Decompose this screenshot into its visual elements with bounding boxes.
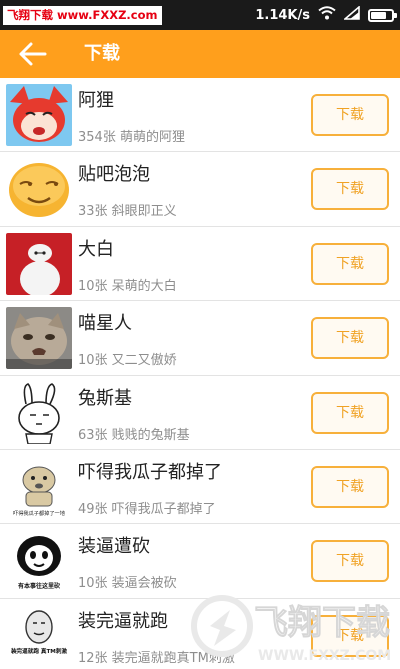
list-item[interactable]: 大白 10张 呆萌的大白 下载	[0, 226, 400, 302]
thumb-caption: 有本事往这里砍	[18, 582, 61, 590]
battery-icon	[368, 8, 397, 22]
list-item[interactable]: 有本事往这里砍 装逼遭砍 10张 装逼会被砍 下载	[0, 524, 400, 599]
download-button[interactable]: 下载	[311, 168, 389, 211]
panda-meme-thumbnail: 有本事往这里砍	[6, 530, 72, 593]
network-speed: 1.14K/s	[255, 7, 310, 23]
watermark-logo: 飞翔下载 www.FXXZ.com	[3, 6, 162, 25]
wifi-icon	[318, 6, 336, 24]
battery-level	[371, 11, 386, 19]
item-desc: 10张 装逼会被砍	[78, 576, 177, 592]
watermark-url: WWW.FXXZ.COM	[258, 648, 391, 664]
download-button[interactable]: 下载	[311, 540, 389, 583]
item-name: 阿狸	[78, 90, 114, 111]
item-desc: 10张 又二又傲娇	[78, 353, 177, 369]
list-item[interactable]: 吓得我瓜子都掉了一地 吓得我瓜子都掉了 49张 吓得我瓜子都掉了 下载	[0, 449, 400, 525]
download-button[interactable]: 下载	[311, 465, 389, 508]
app-bar: 下载	[0, 30, 400, 78]
item-name: 吓得我瓜子都掉了	[78, 461, 222, 483]
thumb-caption: 装完逼就跑 真TM刺激	[10, 647, 67, 655]
item-desc: 63张 贱贱的兔斯基	[78, 427, 190, 443]
item-name: 喵星人	[78, 313, 132, 335]
list-item[interactable]: 喵星人 10张 又二又傲娇 下载	[0, 301, 400, 376]
status-bar: 飞翔下载 www.FXXZ.com 1.14K/s	[0, 0, 400, 30]
item-name: 装完逼就跑	[78, 610, 168, 632]
download-button[interactable]: 下载	[311, 242, 389, 285]
download-button[interactable]: 下载	[311, 94, 389, 136]
signal-icon	[342, 5, 360, 24]
item-desc: 33张 斜眼即正义	[78, 204, 177, 220]
tuzki-thumbnail	[6, 381, 72, 444]
watermark-bottom: 飞翔下载 WWW.FXXZ.COM	[190, 590, 400, 669]
ahri-fox-thumbnail	[6, 84, 72, 146]
item-desc: 354张 萌萌的阿狸	[78, 130, 185, 145]
thumb-caption: 吓得我瓜子都掉了一地	[13, 509, 65, 517]
arrow-left-icon	[19, 42, 47, 66]
download-button[interactable]: 下载	[311, 391, 389, 434]
hamster-thumbnail: 吓得我瓜子都掉了一地	[6, 455, 72, 518]
watermark-title: 飞翔下载	[254, 603, 390, 643]
cat-thumbnail	[6, 307, 72, 370]
item-name: 大白	[78, 238, 114, 260]
baymax-thumbnail	[6, 232, 72, 295]
list-item[interactable]: 阿狸 354张 萌萌的阿狸 下载	[0, 78, 400, 153]
item-desc: 10张 呆萌的大白	[78, 278, 177, 294]
item-name: 贴吧泡泡	[78, 164, 150, 186]
smiley-face-thumbnail	[6, 158, 72, 221]
status-indicators: 1.14K/s	[255, 0, 397, 30]
sticker-pack-list: 阿狸 354张 萌萌的阿狸 下载 贴吧泡泡 33张 斜眼即正义 下载 大白 10…	[0, 78, 400, 669]
back-button[interactable]	[18, 38, 62, 70]
item-name: 装逼遭砍	[78, 536, 150, 558]
download-button[interactable]: 下载	[311, 317, 389, 360]
meme-face-thumbnail: 装完逼就跑 真TM刺激	[6, 604, 72, 667]
list-item[interactable]: 兔斯基 63张 贱贱的兔斯基 下载	[0, 375, 400, 450]
item-desc: 49张 吓得我瓜子都掉了	[78, 501, 216, 517]
page-title: 下载	[84, 43, 120, 64]
list-item[interactable]: 贴吧泡泡 33张 斜眼即正义 下载	[0, 152, 400, 227]
item-name: 兔斯基	[78, 387, 132, 409]
